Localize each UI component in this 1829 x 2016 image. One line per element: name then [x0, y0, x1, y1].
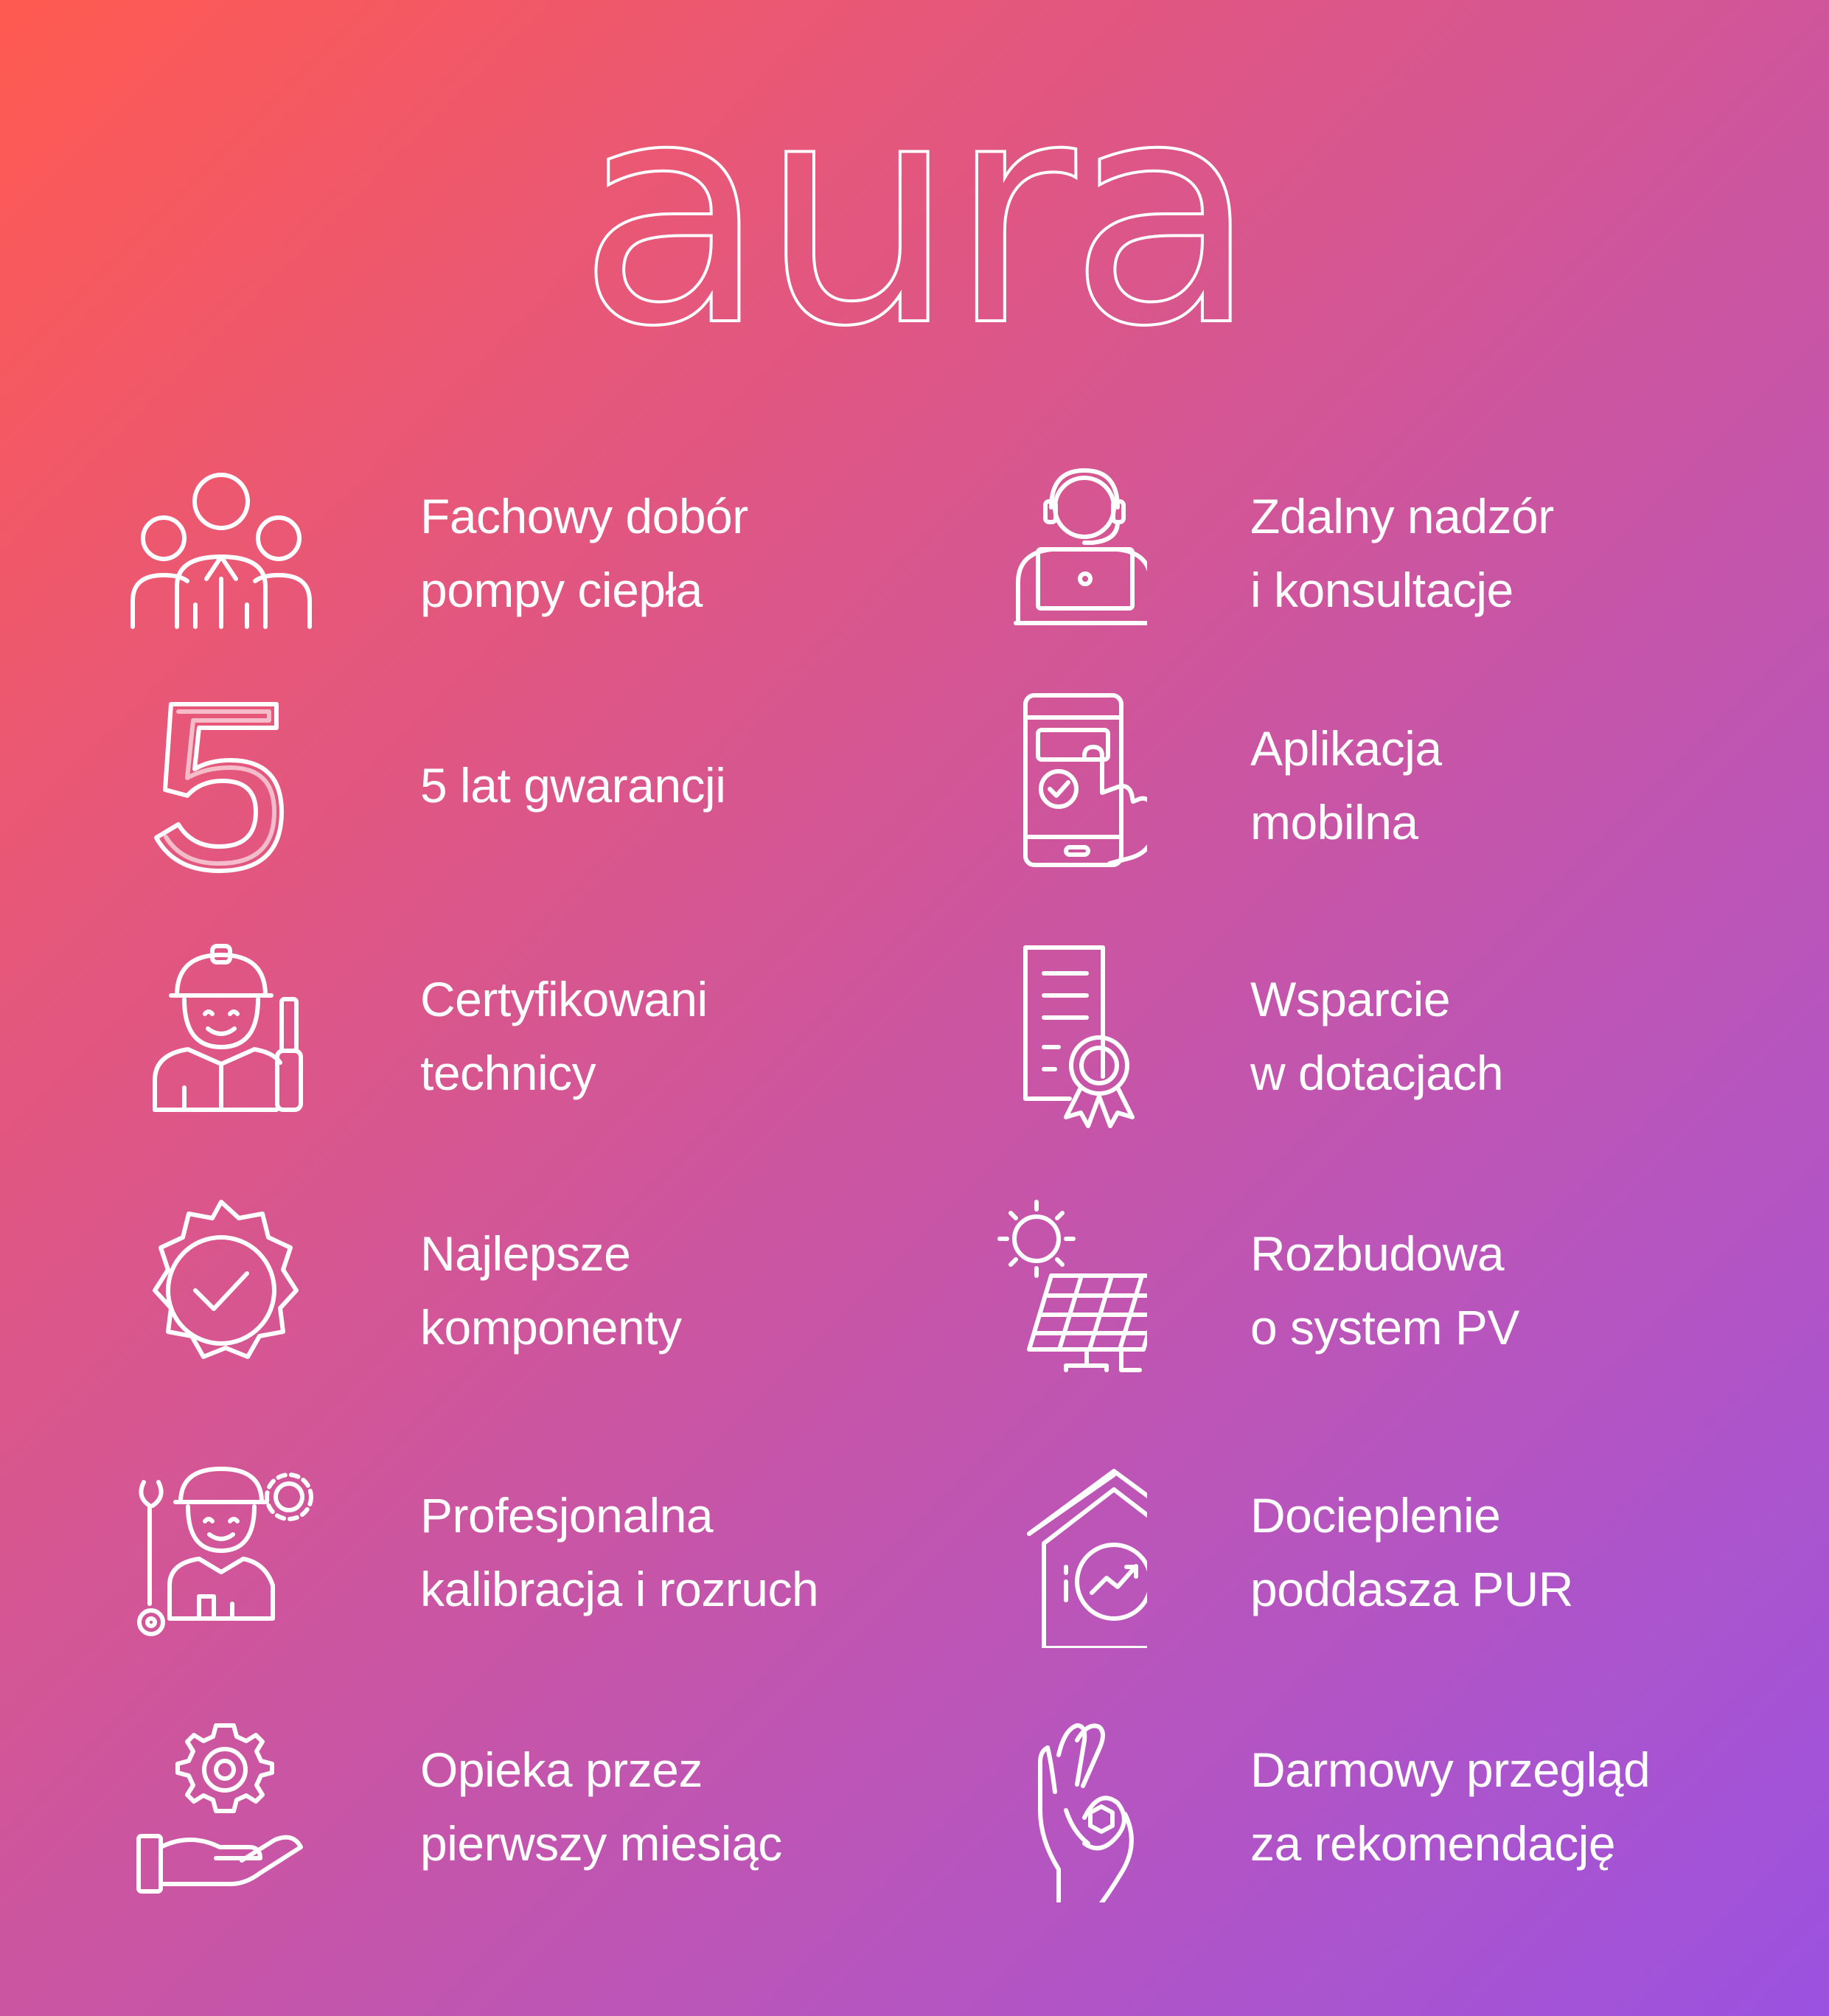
feature-line-2: mobilna [1250, 795, 1418, 849]
gear-hand-icon [125, 1711, 317, 1902]
feature-line-1: Opieka przez [420, 1742, 703, 1797]
certificate-icon [955, 940, 1147, 1132]
number-five-icon [125, 689, 317, 881]
feature-line-1: Darmowy przegląd [1250, 1742, 1651, 1797]
feature-line-1: Profesjonalna [420, 1488, 714, 1543]
feature-line-1: Wsparcie [1250, 972, 1451, 1026]
feature-line-2: w dotacjach [1250, 1046, 1504, 1100]
aura-logo-icon: aura [576, 32, 1260, 396]
quality-badge-icon [125, 1195, 317, 1386]
feature-line-1: Docieplenie [1250, 1488, 1501, 1543]
feature-line-1: 5 lat gwarancji [420, 758, 726, 813]
aura-logo: aura [413, 32, 1415, 396]
feature-line-2: komponenty [420, 1300, 682, 1355]
logo-text: aura [577, 103, 1251, 361]
feature-line-1: Aplikacja [1250, 721, 1442, 776]
feature-line-1: Fachowy dobór [420, 489, 748, 543]
feature-line-1: Rozbudowa [1250, 1226, 1505, 1281]
feature-line-2: poddasza PUR [1250, 1562, 1573, 1616]
feature-line-1: Najlepsze [420, 1226, 631, 1281]
feature-line-2: kalibracja i rozruch [420, 1562, 819, 1616]
feature-line-1: Zdalny nadzór [1250, 489, 1554, 543]
feature-line-2: technicy [420, 1046, 596, 1100]
feature-line-1: Certyfikowani [420, 972, 708, 1026]
house-insulation-icon [955, 1456, 1147, 1648]
feature-line-2: pierwszy miesiąc [420, 1816, 782, 1871]
solar-panel-icon [955, 1195, 1147, 1386]
remote-support-icon [955, 457, 1147, 649]
mobile-app-icon [955, 689, 1147, 881]
ok-hand-icon [955, 1711, 1147, 1902]
feature-line-2: za rekomendację [1250, 1816, 1616, 1871]
feature-line-2: pompy ciepła [420, 563, 703, 617]
engineer-tools-icon [125, 1456, 317, 1648]
feature-line-2: i konsultacje [1250, 563, 1513, 617]
feature-line-2: o system PV [1250, 1300, 1519, 1355]
technician-icon [125, 940, 317, 1132]
team-icon [125, 457, 317, 649]
